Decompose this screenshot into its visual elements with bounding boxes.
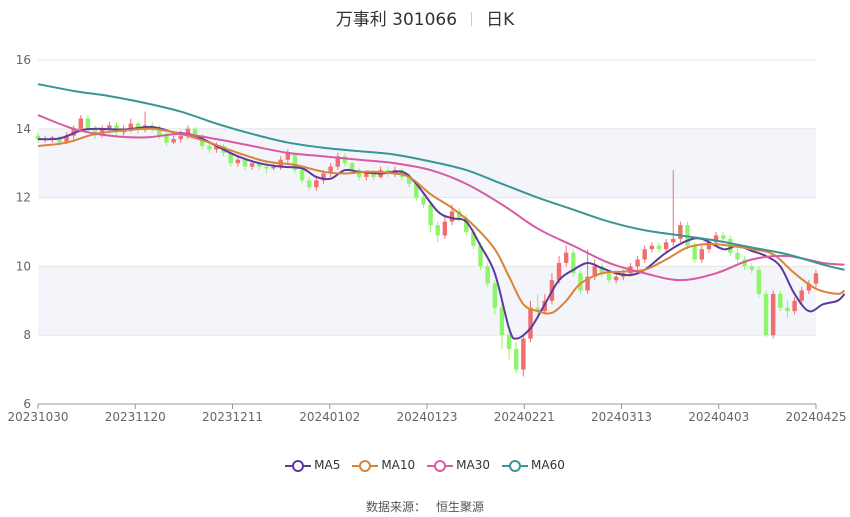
legend-label: MA30 — [456, 458, 491, 473]
legend-label: MA5 — [314, 458, 341, 473]
candle-body — [178, 135, 183, 140]
candle-body — [656, 245, 662, 250]
source-line: 数据来源： 恒生聚源 — [0, 498, 850, 515]
legend-marker-icon — [427, 459, 454, 472]
candle-body — [735, 252, 740, 260]
candle-body — [442, 221, 448, 236]
candle-body — [756, 269, 762, 294]
candle-body — [692, 245, 697, 260]
legend-item-ma30[interactable]: MA30 — [427, 458, 490, 473]
legend-label: MA60 — [531, 458, 565, 473]
x-tick-label: 20240102 — [299, 410, 360, 424]
candle-body — [85, 118, 91, 129]
candle-body — [699, 249, 705, 260]
legend-item-ma5[interactable]: MA5 — [285, 458, 340, 473]
x-tick-label: 20240425 — [785, 410, 846, 424]
candle-body — [492, 283, 498, 308]
candle-body — [299, 170, 305, 181]
candle-body — [514, 348, 519, 370]
candle-body — [763, 293, 769, 336]
candle-body — [785, 307, 790, 312]
candle-body — [364, 173, 369, 177]
candlestick-chart: 6 8 10 12 14 16 20231030 20231120 20231211 202401… — [7, 53, 846, 424]
legend-item-ma60[interactable]: MA60 — [502, 458, 565, 473]
candle-body — [720, 235, 726, 239]
y-tick-label: 16 — [16, 53, 31, 67]
candle-body — [671, 238, 676, 243]
legend-label: MA10 — [381, 458, 416, 473]
candle-body — [235, 159, 241, 164]
candle-body — [207, 146, 212, 150]
candle-body — [435, 225, 440, 236]
candle-body — [663, 242, 669, 250]
candle-body — [813, 273, 819, 284]
candle-body — [799, 290, 804, 301]
y-tick-label: 10 — [16, 259, 31, 273]
candle-body — [642, 249, 647, 260]
candle-body — [649, 245, 655, 250]
y-tick-label: 14 — [16, 122, 31, 136]
legend-marker-icon — [502, 459, 529, 472]
source-value: 恒生聚源 — [436, 500, 485, 514]
candle-body — [613, 276, 619, 281]
legend-marker-icon — [285, 459, 312, 472]
candle-body — [164, 135, 169, 143]
candle-body — [506, 335, 512, 349]
candle-body — [78, 118, 84, 129]
x-tick-label: 20240403 — [688, 410, 749, 424]
y-tick-label: 12 — [16, 191, 31, 205]
legend[interactable]: MA5 MA10 MA30 MA60 — [0, 458, 850, 473]
candle-body — [606, 273, 612, 281]
x-tick-label: 20240221 — [494, 410, 555, 424]
candle-body — [242, 159, 248, 167]
grid-band — [38, 128, 816, 198]
candle-body — [307, 180, 312, 188]
candle-body — [792, 300, 797, 312]
candle-body — [314, 180, 319, 188]
candle-body — [563, 252, 569, 263]
candle-body — [449, 211, 455, 222]
y-tick-label: 6 — [23, 397, 31, 411]
candle-body — [528, 307, 533, 339]
candle-body — [770, 293, 776, 336]
x-tick-label: 20240123 — [396, 410, 457, 424]
candle-body — [428, 204, 433, 226]
candle-body — [778, 293, 783, 308]
candle-body — [485, 266, 490, 284]
source-label: 数据来源： — [365, 500, 426, 514]
candle-body — [349, 163, 355, 171]
x-tick-label: 20240313 — [591, 410, 652, 424]
x-tick-label: 20231120 — [105, 410, 166, 424]
legend-marker-icon — [352, 459, 379, 472]
candle-body — [499, 307, 505, 336]
candle-body — [678, 225, 683, 239]
candle-body — [264, 166, 269, 169]
candle-body — [171, 139, 176, 143]
x-tick-label: 20231211 — [202, 410, 263, 424]
x-tick-label: 20231030 — [7, 410, 68, 424]
candle-body — [249, 163, 255, 167]
candle-body — [521, 338, 526, 370]
candle-body — [749, 266, 754, 270]
legend-item-ma10[interactable]: MA10 — [352, 458, 415, 473]
y-tick-label: 8 — [23, 328, 31, 342]
candle-body — [635, 259, 640, 267]
candle-body — [421, 197, 426, 205]
